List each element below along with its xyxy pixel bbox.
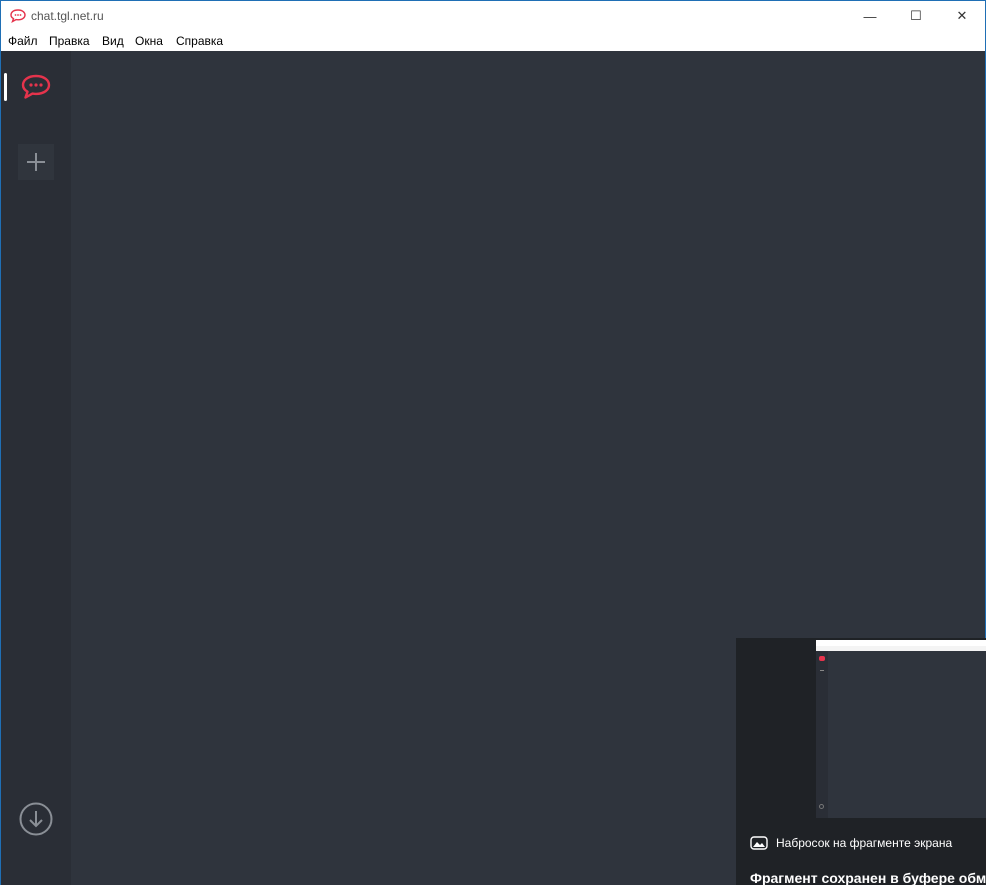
active-server-indicator: [4, 73, 7, 101]
rocket-chat-logo-icon: [21, 74, 51, 99]
server-button[interactable]: [20, 73, 52, 101]
menu-windows[interactable]: Окна: [135, 34, 163, 48]
snip-caption-text: Набросок на фрагменте экрана: [776, 836, 953, 850]
minimize-button[interactable]: —: [847, 1, 893, 31]
menu-edit[interactable]: Правка: [49, 34, 90, 48]
snip-thumbnail[interactable]: [816, 640, 986, 818]
close-button[interactable]: ✕: [939, 1, 985, 31]
plus-icon: [27, 153, 45, 171]
server-sidebar: [1, 51, 71, 885]
add-server-button[interactable]: [18, 144, 54, 180]
snip-notification[interactable]: Набросок на фрагменте экрана Фрагмент со…: [736, 638, 986, 885]
snip-caption: Набросок на фрагменте экрана: [750, 836, 952, 850]
snip-message: Фрагмент сохранен в буфере обм: [750, 870, 986, 885]
menu-view[interactable]: Вид: [102, 34, 124, 48]
title-bar: chat.tgl.net.ru — ☐ ✕: [1, 1, 985, 31]
menu-bar: Файл Правка Вид Окна Справка: [1, 31, 985, 51]
snip-sketch-icon: [750, 836, 768, 850]
maximize-button[interactable]: ☐: [893, 1, 939, 31]
menu-help[interactable]: Справка: [176, 34, 223, 48]
app-logo-icon: [10, 9, 26, 23]
window-title: chat.tgl.net.ru: [31, 9, 104, 23]
menu-file[interactable]: Файл: [8, 34, 38, 48]
downloads-button[interactable]: [18, 801, 54, 837]
download-circle-icon: [19, 802, 53, 836]
